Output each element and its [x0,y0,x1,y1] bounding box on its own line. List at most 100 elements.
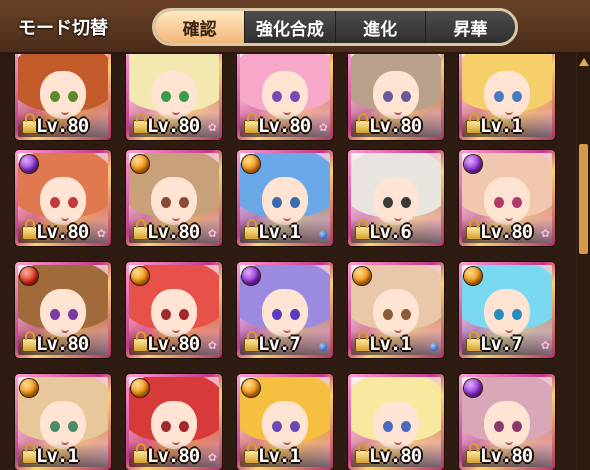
eye [494,309,504,320]
eye [179,197,189,208]
eye [68,91,78,102]
mode-switch-label: モード切替 [18,18,108,39]
character-portrait: Lv.80 ✿ [129,265,219,355]
sakura-icon: ✿ [96,227,106,240]
tab-evolve[interactable]: 進化 [334,11,425,43]
eye [512,197,522,208]
eye [401,197,411,208]
level-label: Lv.80 [369,445,422,467]
sakura-icon: ✿ [207,339,217,352]
eye [50,309,60,320]
tab-sublimate[interactable]: 昇華 [424,11,515,43]
character-grid: Lv.80 Lv.80 ✿ Lv.80 ✿ Lv.80 Lv.1 Lv.80 ✿ Lv.80 ✿ Lv… [0,54,576,470]
level-label: Lv.80 [147,333,200,355]
character-card[interactable]: Lv.7 ✿ [459,262,555,358]
level-label: Lv.1 [36,445,79,467]
level-label: Lv.80 [369,115,422,137]
character-portrait: Lv.1 [462,54,552,137]
character-portrait: Lv.80 ✿ [129,54,219,137]
level-label: Lv.1 [369,333,412,355]
orange-element-orb-icon [20,379,38,397]
eye [161,91,171,102]
blue-gem-icon [319,231,327,239]
eye [383,309,393,320]
eye [494,91,504,102]
level-label: Lv.80 [258,115,311,137]
level-label: Lv.80 [36,221,89,243]
character-portrait: Lv.80 ✿ [129,377,219,467]
eye [290,197,300,208]
character-card[interactable]: Lv.1 [15,374,111,470]
level-label: Lv.80 [36,333,89,355]
eye [161,421,171,432]
character-portrait: Lv.80 ✿ [18,153,108,243]
character-card[interactable]: Lv.1 [459,54,555,140]
orange-element-orb-icon [242,155,260,173]
eye [68,421,78,432]
level-label: Lv.80 [147,445,200,467]
character-card[interactable]: Lv.80 ✿ [237,54,333,140]
purple-element-orb-icon [464,379,482,397]
character-card[interactable]: Lv.80 ✿ [126,54,222,140]
eye [290,91,300,102]
character-card[interactable]: Lv.80 [348,374,444,470]
eye [401,309,411,320]
scroll-thumb[interactable] [579,144,588,254]
top-bar: モード切替 確認 強化合成 進化 昇華 [0,0,590,54]
eye [68,197,78,208]
character-portrait: Lv.6 [351,153,441,243]
character-card[interactable]: Lv.80 [15,262,111,358]
orange-element-orb-icon [131,155,149,173]
character-card[interactable]: Lv.80 ✿ [15,150,111,246]
eye [290,421,300,432]
character-card[interactable]: Lv.80 ✿ [126,262,222,358]
level-label: Lv.80 [36,115,89,137]
scrollbar[interactable] [577,54,590,470]
level-label: Lv.80 [147,115,200,137]
eye [383,421,393,432]
tab-confirm[interactable]: 確認 [155,11,245,43]
purple-element-orb-icon [20,155,38,173]
sakura-icon: ✿ [318,121,328,134]
eye [383,197,393,208]
character-card[interactable]: Lv.80 ✿ [126,150,222,246]
character-portrait: Lv.80 [462,377,552,467]
character-portrait: Lv.80 [18,54,108,137]
red-element-orb-icon [20,267,38,285]
character-card[interactable]: Lv.80 [459,374,555,470]
orange-element-orb-icon [242,379,260,397]
character-card[interactable]: Lv.1 [237,374,333,470]
character-card[interactable]: Lv.80 ✿ [459,150,555,246]
orange-element-orb-icon [131,379,149,397]
character-portrait: Lv.7 ✿ [462,265,552,355]
eye [512,91,522,102]
level-label: Lv.7 [258,333,301,355]
character-card[interactable]: Lv.1 [237,150,333,246]
blue-gem-icon [319,343,327,351]
eye [68,309,78,320]
purple-element-orb-icon [464,155,482,173]
character-portrait: Lv.1 [18,377,108,467]
blue-gem-icon [430,343,438,351]
eye [179,421,189,432]
eye [383,91,393,102]
eye [401,91,411,102]
sakura-icon: ✿ [540,339,550,352]
tab-enhance-fusion[interactable]: 強化合成 [244,11,335,43]
character-card[interactable]: Lv.7 [237,262,333,358]
character-card[interactable]: Lv.1 [348,262,444,358]
character-card[interactable]: Lv.80 [348,54,444,140]
character-portrait: Lv.1 [240,153,330,243]
eye [272,91,282,102]
eye [50,91,60,102]
eye [179,91,189,102]
character-card[interactable]: Lv.80 [15,54,111,140]
character-card[interactable]: Lv.80 ✿ [126,374,222,470]
eye [290,309,300,320]
scroll-up-arrow-icon[interactable] [579,58,589,66]
eye [161,309,171,320]
character-portrait: Lv.1 [240,377,330,467]
character-card[interactable]: Lv.6 [348,150,444,246]
character-portrait: Lv.80 [351,377,441,467]
eye [161,197,171,208]
